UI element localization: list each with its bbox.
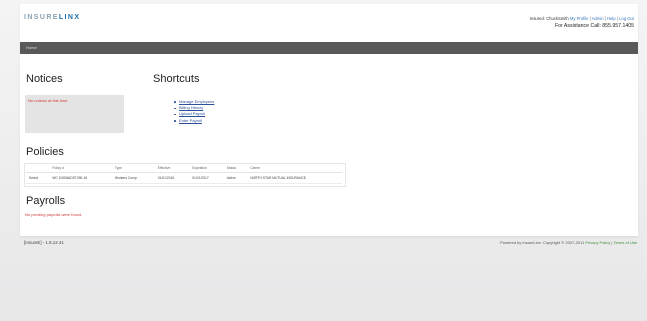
version-label: [InsureE] - 1.8.12.41 xyxy=(24,240,64,245)
policy-effective: 01/01/2016 xyxy=(157,176,175,180)
terms-of-use-link[interactable]: Terms of Use xyxy=(613,240,637,245)
notices-panel: No notices at this time. xyxy=(25,95,124,133)
assistance-phone: For Assistance Call: 855.957.1405 xyxy=(554,23,634,29)
policy-status: Active xyxy=(226,176,236,180)
logo-text-right: LINX xyxy=(58,14,81,21)
footer-copyright: Powered by InsureLinx. Copyright © 2007-… xyxy=(500,240,637,245)
logo[interactable]: INSURELINX xyxy=(24,14,80,21)
privacy-policy-link[interactable]: Privacy Policy xyxy=(585,240,610,245)
col-status: Status xyxy=(223,164,248,173)
nav-home[interactable]: Home xyxy=(26,45,37,50)
user-greeting: Insured: ChuckSmith xyxy=(529,16,569,21)
shortcuts-list: Manage Employees Billing History Upload … xyxy=(173,99,214,124)
col-carrier: Carrier xyxy=(247,164,342,173)
powered-by-text: Powered by InsureLinx. Copyright © 2007-… xyxy=(500,240,585,245)
payrolls-heading: Payrolls xyxy=(26,195,66,207)
col-action xyxy=(26,164,50,173)
col-policy-number: Policy # xyxy=(49,164,112,173)
policy-type: Workers Comp xyxy=(114,176,137,180)
col-effective: Effective xyxy=(154,164,190,173)
user-links: Insured: ChuckSmith My Profile | Admin |… xyxy=(529,16,634,21)
col-type: Type xyxy=(111,164,155,173)
app-frame: INSURELINX Insured: ChuckSmith My Profil… xyxy=(0,0,647,321)
navbar: Home xyxy=(20,42,638,54)
logo-text-left: INSURE xyxy=(24,14,59,21)
policies-header-row: Policy # Type Effective Expiration Statu… xyxy=(26,164,342,173)
help-link[interactable]: Help xyxy=(607,16,616,21)
page-container: INSURELINX Insured: ChuckSmith My Profil… xyxy=(20,4,638,236)
payrolls-message: No pending payrolls were found. xyxy=(25,212,83,217)
admin-link[interactable]: Admin xyxy=(592,16,604,21)
policies-heading: Policies xyxy=(26,146,64,158)
shortcut-enter-payroll: Enter Payroll xyxy=(173,118,214,124)
select-policy-link[interactable]: Select xyxy=(26,173,49,184)
logout-link[interactable]: Log Out xyxy=(619,16,634,21)
policy-carrier: NORTH STAR MUTUAL INSURANCE xyxy=(250,176,307,180)
col-expiration: Expiration xyxy=(189,164,224,173)
notices-message: No notices at this time. xyxy=(28,98,69,103)
header: INSURELINX Insured: ChuckSmith My Profil… xyxy=(20,4,638,44)
shortcuts-heading: Shortcuts xyxy=(153,73,200,85)
policy-expiration: 01/01/2017 xyxy=(192,176,209,180)
notices-heading: Notices xyxy=(26,73,63,85)
policy-number: WC 1NSWADST090-16 xyxy=(52,176,88,180)
table-row: Select WC 1NSWADST090-16 Workers Comp 01… xyxy=(26,173,342,184)
my-profile-link[interactable]: My Profile xyxy=(570,16,589,21)
policies-table: Policy # Type Effective Expiration Statu… xyxy=(26,164,342,184)
